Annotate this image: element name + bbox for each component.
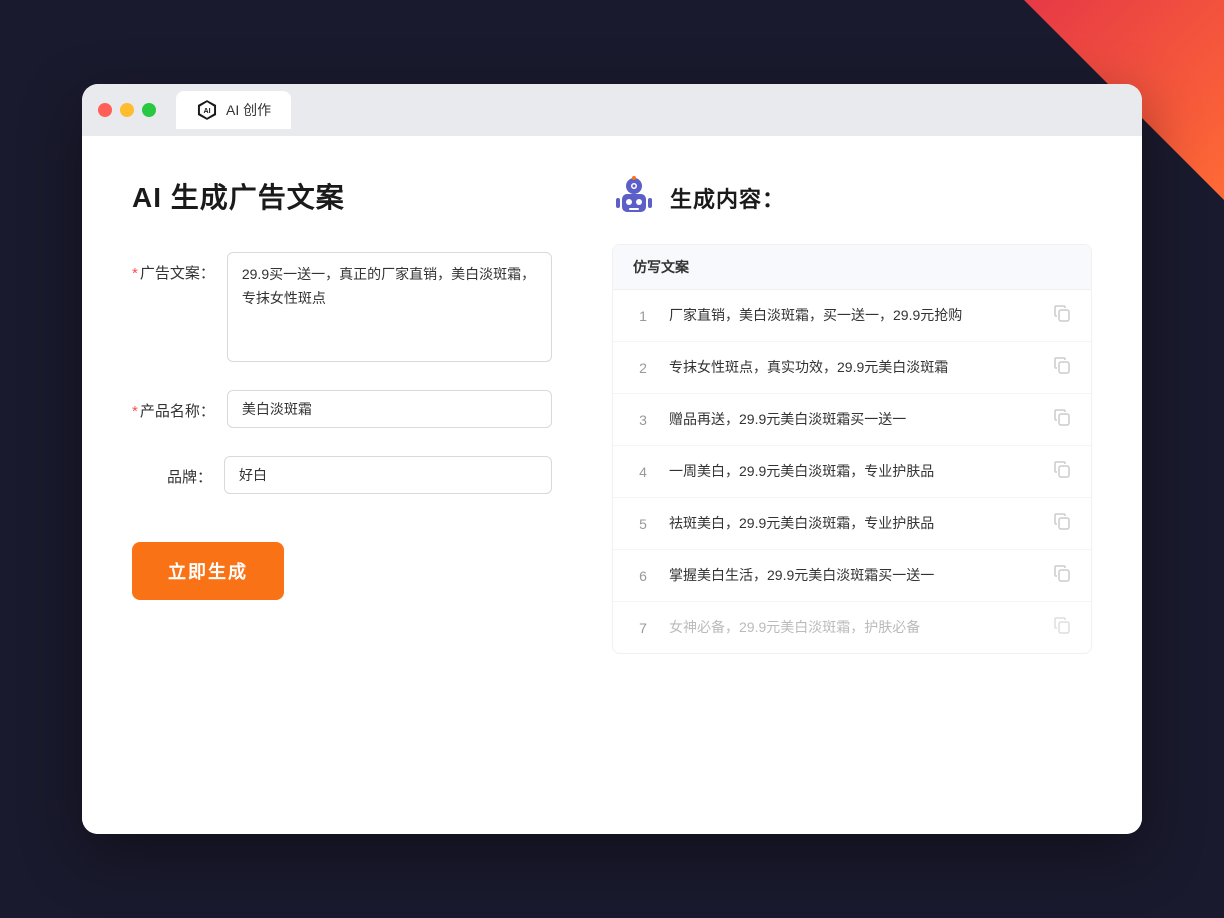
- row-number: 7: [633, 620, 653, 636]
- row-text: 专抹女性斑点，真实功效，29.9元美白淡斑霜: [669, 357, 1037, 378]
- right-header: 生成内容：: [612, 176, 1092, 220]
- row-number: 6: [633, 568, 653, 584]
- table-row: 4 一周美白，29.9元美白淡斑霜，专业护肤品: [613, 446, 1091, 498]
- title-bar: AI AI 创作: [82, 84, 1142, 136]
- row-number: 3: [633, 412, 653, 428]
- ai-tab-icon: AI: [196, 99, 218, 121]
- minimize-button[interactable]: [120, 103, 134, 117]
- generate-button[interactable]: 立即生成: [132, 542, 284, 600]
- table-row: 5 祛斑美白，29.9元美白淡斑霜，专业护肤品: [613, 498, 1091, 550]
- table-row: 7 女神必备，29.9元美白淡斑霜，护肤必备: [613, 602, 1091, 653]
- content-area: AI 生成广告文案 *广告文案： 29.9买一送一，真正的厂家直销，美白淡斑霜，…: [82, 136, 1142, 834]
- row-number: 5: [633, 516, 653, 532]
- row-text: 赠品再送，29.9元美白淡斑霜买一送一: [669, 409, 1037, 430]
- brand-input[interactable]: [224, 456, 552, 494]
- copy-icon[interactable]: [1053, 304, 1071, 327]
- copy-icon[interactable]: [1053, 408, 1071, 431]
- ad-copy-label: *广告文案：: [132, 252, 215, 283]
- ad-copy-group: *广告文案： 29.9买一送一，真正的厂家直销，美白淡斑霜，专抹女性斑点: [132, 252, 552, 362]
- page-title: AI 生成广告文案: [132, 176, 552, 216]
- ad-copy-input[interactable]: 29.9买一送一，真正的厂家直销，美白淡斑霜，专抹女性斑点: [227, 252, 552, 362]
- robot-icon: [612, 176, 656, 220]
- brand-label: 品牌：: [132, 456, 212, 487]
- row-text: 掌握美白生活，29.9元美白淡斑霜买一送一: [669, 565, 1037, 586]
- table-row: 3 赠品再送，29.9元美白淡斑霜买一送一: [613, 394, 1091, 446]
- product-name-group: *产品名称：: [132, 390, 552, 428]
- row-text: 女神必备，29.9元美白淡斑霜，护肤必备: [669, 617, 1037, 638]
- window-controls: [98, 103, 156, 117]
- results-container: 1 厂家直销，美白淡斑霜，买一送一，29.9元抢购 2 专抹女性斑点，真实功效，29…: [613, 290, 1091, 653]
- table-header: 仿写文案: [613, 245, 1091, 290]
- row-text: 祛斑美白，29.9元美白淡斑霜，专业护肤品: [669, 513, 1037, 534]
- required-star-1: *: [132, 265, 138, 282]
- close-button[interactable]: [98, 103, 112, 117]
- copy-icon[interactable]: [1053, 564, 1071, 587]
- results-table: 仿写文案 1 厂家直销，美白淡斑霜，买一送一，29.9元抢购 2 专抹女性斑点，真实…: [612, 244, 1092, 654]
- browser-window: AI AI 创作 AI 生成广告文案 *广告文案： 29.9买一送一，真正的厂家…: [82, 84, 1142, 834]
- brand-group: 品牌：: [132, 456, 552, 494]
- table-row: 2 专抹女性斑点，真实功效，29.9元美白淡斑霜: [613, 342, 1091, 394]
- maximize-button[interactable]: [142, 103, 156, 117]
- left-panel: AI 生成广告文案 *广告文案： 29.9买一送一，真正的厂家直销，美白淡斑霜，…: [132, 176, 552, 794]
- ai-creation-tab[interactable]: AI AI 创作: [176, 91, 291, 129]
- row-text: 一周美白，29.9元美白淡斑霜，专业护肤品: [669, 461, 1037, 482]
- row-number: 1: [633, 308, 653, 324]
- product-name-input[interactable]: [227, 390, 552, 428]
- right-title: 生成内容：: [670, 182, 785, 214]
- row-number: 2: [633, 360, 653, 376]
- table-row: 1 厂家直销，美白淡斑霜，买一送一，29.9元抢购: [613, 290, 1091, 342]
- tab-label: AI 创作: [226, 100, 271, 120]
- required-star-2: *: [132, 403, 138, 420]
- product-name-label: *产品名称：: [132, 390, 215, 421]
- table-row: 6 掌握美白生活，29.9元美白淡斑霜买一送一: [613, 550, 1091, 602]
- copy-icon[interactable]: [1053, 512, 1071, 535]
- row-number: 4: [633, 464, 653, 480]
- row-text: 厂家直销，美白淡斑霜，买一送一，29.9元抢购: [669, 305, 1037, 326]
- svg-text:AI: AI: [203, 108, 210, 115]
- copy-icon[interactable]: [1053, 616, 1071, 639]
- copy-icon[interactable]: [1053, 356, 1071, 379]
- right-panel: 生成内容： 仿写文案 1 厂家直销，美白淡斑霜，买一送一，29.9元抢购 2 专抹女…: [612, 176, 1092, 794]
- copy-icon[interactable]: [1053, 460, 1071, 483]
